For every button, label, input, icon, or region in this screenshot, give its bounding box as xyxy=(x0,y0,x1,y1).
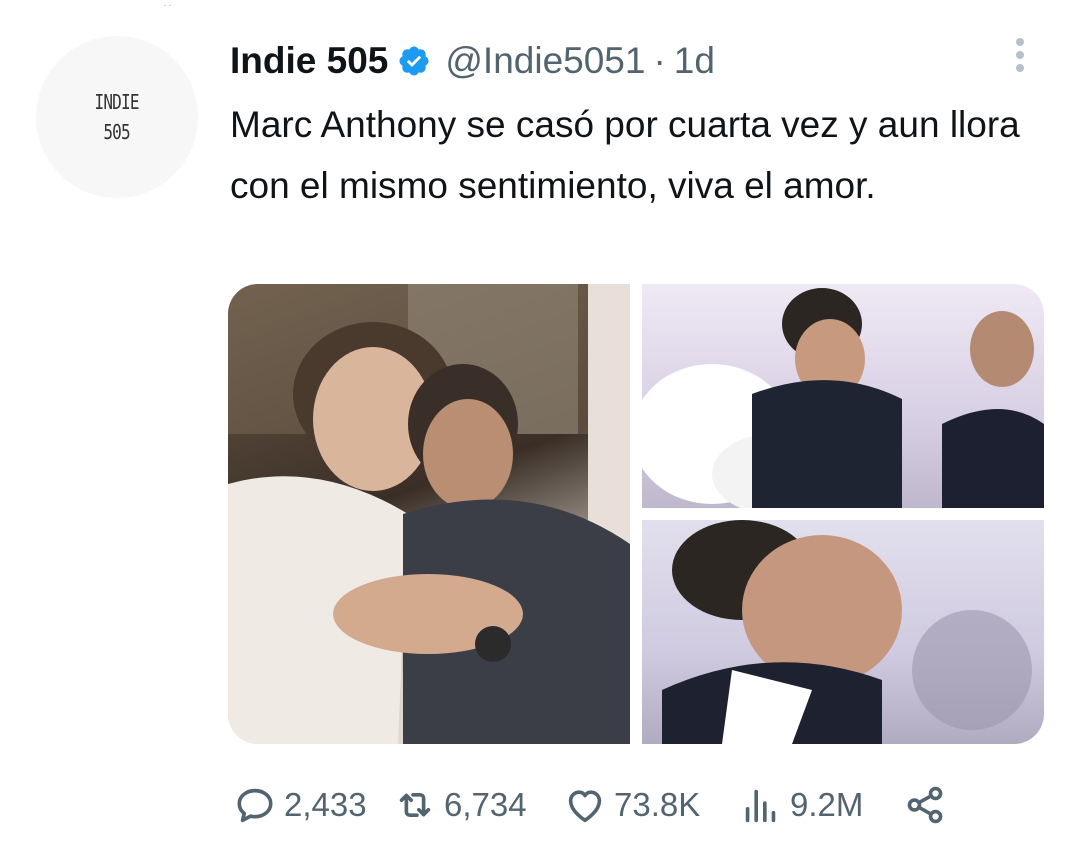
retweet-button[interactable]: 6,734 xyxy=(392,782,562,828)
tweet-actions-bar: 2,433 6,734 73.8K 9.2M xyxy=(232,778,948,832)
header-separator: · xyxy=(653,40,666,81)
share-icon xyxy=(902,782,948,828)
tweet-page: ⌄ INDIE 505 Indie 505 @Indie5051 · 1d Ma… xyxy=(0,0,1080,868)
like-count: 73.8K xyxy=(614,786,701,823)
display-name[interactable]: Indie 505 xyxy=(230,40,388,82)
user-handle[interactable]: @Indie5051 xyxy=(445,40,645,82)
share-button[interactable] xyxy=(902,782,948,828)
retweet-icon xyxy=(392,782,438,828)
previous-content-fragment: ⌄ xyxy=(160,0,190,6)
views-icon xyxy=(738,782,784,828)
photo-couple[interactable] xyxy=(228,284,630,744)
views-count: 9.2M xyxy=(790,786,864,823)
media-grid xyxy=(228,284,1044,744)
views-button[interactable]: 9.2M xyxy=(738,782,902,828)
heart-icon xyxy=(562,782,608,828)
avatar-text-line1: INDIE xyxy=(94,90,140,114)
avatar[interactable]: INDIE 505 xyxy=(36,36,198,198)
tweet-header: Indie 505 @Indie5051 · 1d xyxy=(230,36,715,86)
more-options-icon[interactable] xyxy=(1008,36,1032,74)
tweet-text: Marc Anthony se casó por cuarta vez y au… xyxy=(230,104,1020,206)
reply-count: 2,433 xyxy=(284,786,367,823)
reply-button[interactable]: 2,433 xyxy=(232,782,392,828)
verified-badge-icon xyxy=(397,44,431,78)
tweet-timestamp[interactable]: 1d xyxy=(674,40,715,82)
avatar-text-line2: 505 xyxy=(103,120,131,144)
retweet-count: 6,734 xyxy=(444,786,527,823)
like-button[interactable]: 73.8K xyxy=(562,782,738,828)
photo-crying-man-2[interactable] xyxy=(642,520,1044,744)
photo-crying-man-1[interactable] xyxy=(642,284,1044,508)
reply-icon xyxy=(232,782,278,828)
